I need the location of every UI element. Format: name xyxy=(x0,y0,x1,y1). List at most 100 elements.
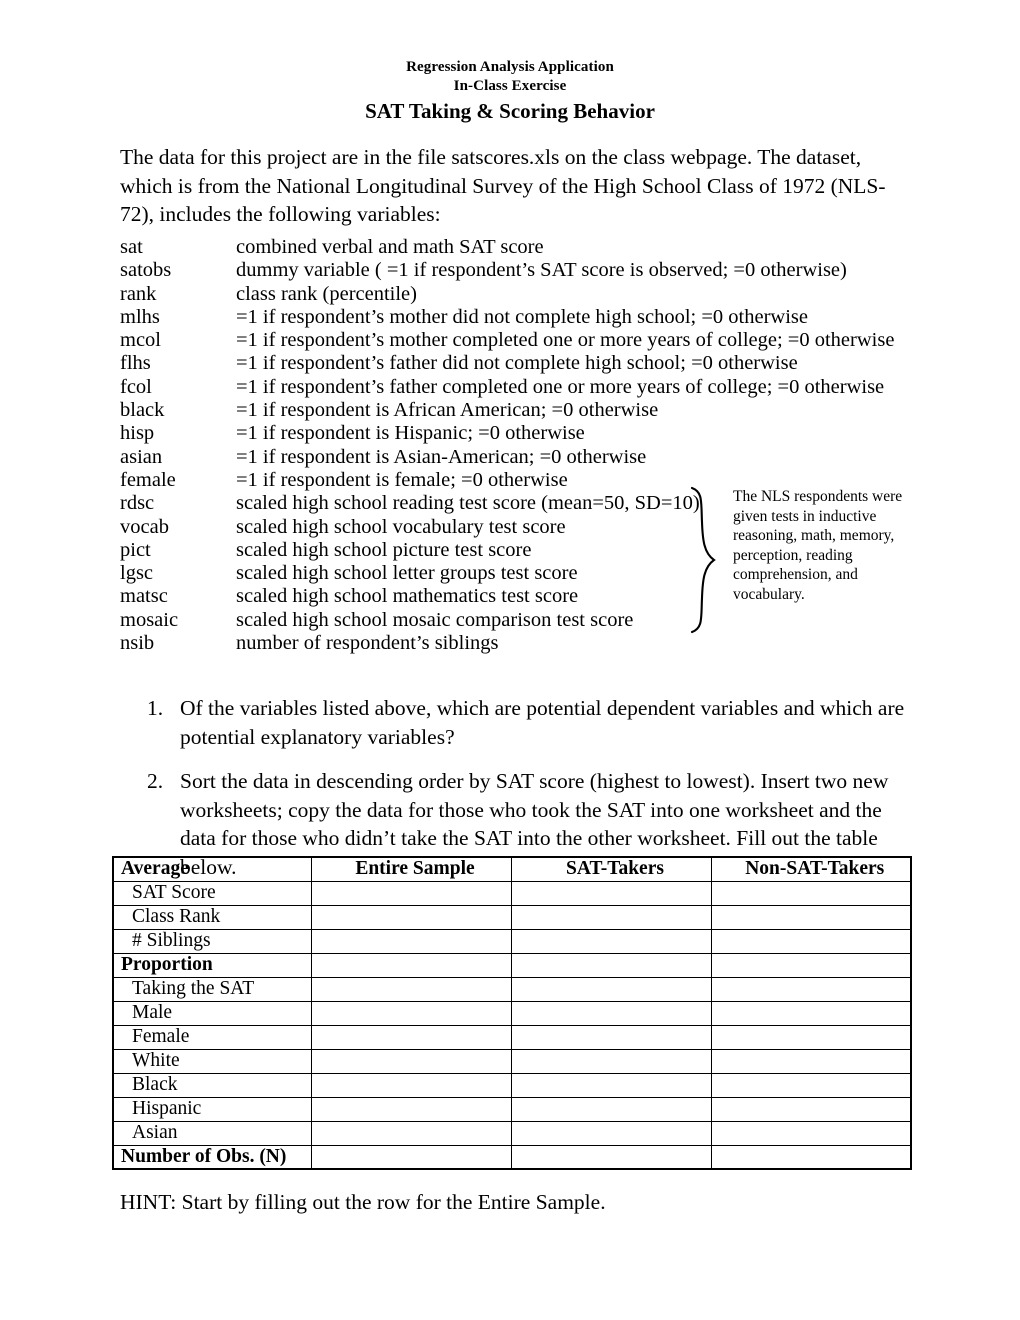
table-cell[interactable] xyxy=(310,952,512,978)
table-row-label: Black xyxy=(112,1072,312,1098)
variable-description: scaled high school reading test score (m… xyxy=(236,492,700,515)
variable-name: mcol xyxy=(120,329,161,352)
variable-name: satobs xyxy=(120,259,172,282)
table-row-label: Asian xyxy=(112,1120,312,1146)
question-number: 1. xyxy=(147,696,164,720)
variable-row: nsib number of respondent’s siblings xyxy=(120,632,910,655)
variable-description: =1 if respondent is Hispanic; =0 otherwi… xyxy=(236,422,585,445)
table-row: Proportion xyxy=(112,952,912,978)
table-row-label: Class Rank xyxy=(112,904,312,930)
intro-paragraph: The data for this project are in the fil… xyxy=(120,145,886,226)
table-column-header: Non-SAT-Takers xyxy=(710,856,912,882)
variable-name: lgsc xyxy=(120,562,154,585)
table-cell[interactable] xyxy=(310,1120,512,1146)
variable-description: =1 if respondent’s father did not comple… xyxy=(236,352,798,375)
variable-row: flhs =1 if respondent’s father did not co… xyxy=(120,352,910,375)
table-cell[interactable] xyxy=(310,928,512,954)
variable-name: rank xyxy=(120,282,157,305)
variable-name: mlhs xyxy=(120,305,160,328)
table-cell[interactable] xyxy=(710,1048,912,1074)
variable-name: flhs xyxy=(120,352,151,375)
table-row: # Siblings xyxy=(112,928,912,954)
table-cell[interactable] xyxy=(710,1024,912,1050)
variable-name: sat xyxy=(120,236,143,258)
table-cell[interactable] xyxy=(710,1120,912,1146)
variable-description: =1 if respondent’s father completed one … xyxy=(236,375,885,398)
table-cell[interactable] xyxy=(710,1000,912,1026)
variable-description: combined verbal and math SAT score xyxy=(236,236,544,258)
question-number: 2. xyxy=(147,769,164,793)
variable-row: fcol =1 if respondent’s father completed … xyxy=(120,376,910,399)
variable-description: number of respondent’s siblings xyxy=(236,632,499,655)
variable-row: black =1 if respondent is African America… xyxy=(120,399,910,422)
table-cell[interactable] xyxy=(510,1120,712,1146)
table-cell[interactable] xyxy=(510,1072,712,1098)
table-row: Class Rank xyxy=(112,904,912,930)
table-row-label: Male xyxy=(112,1000,312,1026)
variable-name: pict xyxy=(120,538,151,561)
table-cell[interactable] xyxy=(510,928,712,954)
variable-description: =1 if respondent is African American; =0… xyxy=(236,399,659,422)
variable-name: vocab xyxy=(120,515,169,538)
table-cell[interactable] xyxy=(310,880,512,906)
table-cell[interactable] xyxy=(710,952,912,978)
variable-row: asian =1 if respondent is Asian-American;… xyxy=(120,446,910,469)
question-text: Of the variables listed above, which are… xyxy=(180,696,905,749)
table-row-label: Proportion xyxy=(112,952,312,978)
variable-row: rank class rank (percentile) xyxy=(120,283,910,306)
table-cell[interactable] xyxy=(310,1000,512,1026)
variable-row: mosaic scaled high school mosaic comparis… xyxy=(120,609,910,632)
variable-description: =1 if respondent’s mother completed one … xyxy=(236,329,895,352)
variable-description: class rank (percentile) xyxy=(236,282,417,305)
table-cell[interactable] xyxy=(710,1144,912,1170)
table-cell[interactable] xyxy=(510,1096,712,1122)
table-row-label: SAT Score xyxy=(112,880,312,906)
table-cell[interactable] xyxy=(510,952,712,978)
table-cell[interactable] xyxy=(710,1096,912,1122)
variable-row: mlhs =1 if respondent’s mother did not co… xyxy=(120,306,910,329)
table-cell[interactable] xyxy=(510,904,712,930)
table-header-row: Average Entire Sample SAT-Takers Non-SAT-Ta… xyxy=(112,856,912,882)
table-cell[interactable] xyxy=(510,1144,712,1170)
table-cell[interactable] xyxy=(710,1072,912,1098)
table-row-label: Hispanic xyxy=(112,1096,312,1122)
table-cell[interactable] xyxy=(710,976,912,1002)
table-row: Black xyxy=(112,1072,912,1098)
summary-statistics-table: Average Entire Sample SAT-Takers Non-SAT-Ta… xyxy=(112,856,912,1170)
header-line-1: Regression Analysis Application xyxy=(406,59,614,75)
table-cell[interactable] xyxy=(310,1144,512,1170)
variable-row: satobs dummy variable ( =1 if respondent’… xyxy=(120,259,910,282)
table-row: SAT Score xyxy=(112,880,912,906)
table-cell[interactable] xyxy=(710,928,912,954)
table-cell[interactable] xyxy=(510,880,712,906)
table-cell[interactable] xyxy=(710,904,912,930)
table-row: Hispanic xyxy=(112,1096,912,1122)
variable-description: =1 if respondent’s mother did not comple… xyxy=(236,305,808,328)
variable-name: fcol xyxy=(120,375,152,398)
table-cell[interactable] xyxy=(310,1096,512,1122)
table-cell[interactable] xyxy=(310,904,512,930)
side-note: The NLS respondents were given tests in … xyxy=(733,488,903,603)
variable-name: matsc xyxy=(120,585,168,608)
variable-row: sat combined verbal and math SAT score xyxy=(120,236,910,259)
table-cell[interactable] xyxy=(310,976,512,1002)
variable-row: mcol =1 if respondent’s mother completed … xyxy=(120,329,910,352)
table-cell[interactable] xyxy=(510,1000,712,1026)
table-cell[interactable] xyxy=(510,1024,712,1050)
variable-description: scaled high school vocabulary test score xyxy=(236,515,566,538)
table-row: Male xyxy=(112,1000,912,1026)
table-column-header: Average xyxy=(112,856,312,882)
table-column-header: Entire Sample xyxy=(310,856,512,882)
table-cell[interactable] xyxy=(510,1048,712,1074)
table-cell[interactable] xyxy=(310,1072,512,1098)
table-cell[interactable] xyxy=(310,1048,512,1074)
table-cell[interactable] xyxy=(710,880,912,906)
variable-description: scaled high school letter groups test sc… xyxy=(236,562,578,585)
table-cell[interactable] xyxy=(310,1024,512,1050)
table-row-label: Number of Obs. (N) xyxy=(112,1144,312,1170)
table-row: Number of Obs. (N) xyxy=(112,1144,912,1170)
table-cell[interactable] xyxy=(510,976,712,1002)
variable-description: =1 if respondent is Asian-American; =0 o… xyxy=(236,445,647,468)
table-row-label: Taking the SAT xyxy=(112,976,312,1002)
header-line-2: In-Class Exercise xyxy=(453,78,567,94)
